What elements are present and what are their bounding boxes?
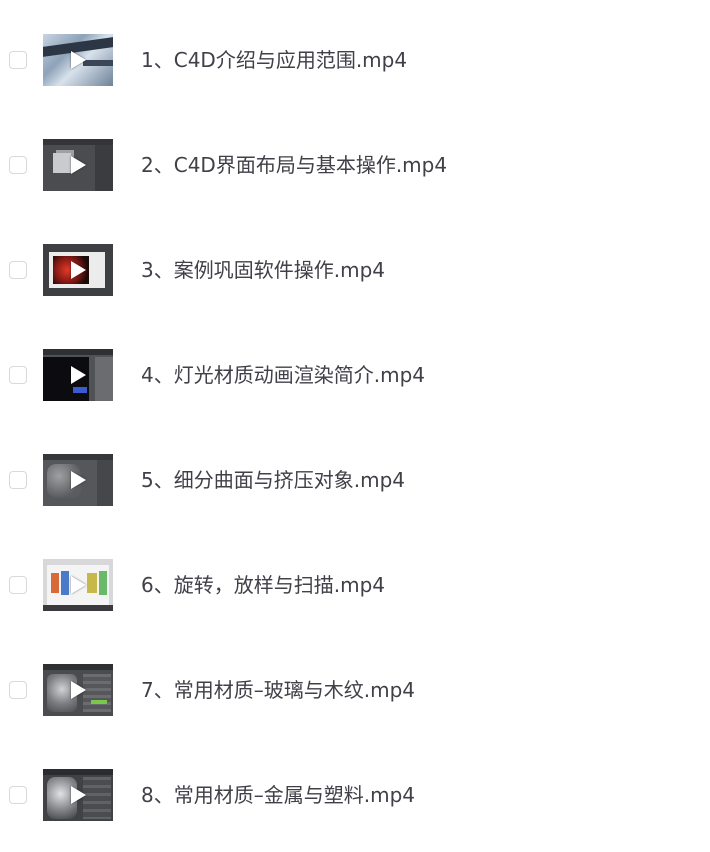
- file-name[interactable]: 1、C4D介绍与应用范围.mp4: [141, 44, 407, 76]
- checkbox[interactable]: [9, 261, 27, 279]
- play-icon: [71, 681, 86, 699]
- list-item[interactable]: 5、细分曲面与挤压对象.mp4: [0, 450, 710, 510]
- video-thumbnail[interactable]: [43, 349, 113, 401]
- list-item[interactable]: 8、常用材质–金属与塑料.mp4: [0, 765, 710, 825]
- video-file-list: 1、C4D介绍与应用范围.mp4 2、C4D界面布局与基本操作.mp4 3、案例…: [0, 0, 710, 852]
- video-thumbnail[interactable]: [43, 559, 113, 611]
- list-item[interactable]: 3、案例巩固软件操作.mp4: [0, 240, 710, 300]
- checkbox[interactable]: [9, 366, 27, 384]
- checkbox[interactable]: [9, 471, 27, 489]
- checkbox[interactable]: [9, 681, 27, 699]
- video-thumbnail[interactable]: [43, 769, 113, 821]
- file-name[interactable]: 8、常用材质–金属与塑料.mp4: [141, 779, 415, 811]
- checkbox[interactable]: [9, 786, 27, 804]
- file-name[interactable]: 4、灯光材质动画渲染简介.mp4: [141, 359, 425, 391]
- list-item[interactable]: 6、旋转，放样与扫描.mp4: [0, 555, 710, 615]
- checkbox[interactable]: [9, 51, 27, 69]
- file-name[interactable]: 6、旋转，放样与扫描.mp4: [141, 569, 385, 601]
- video-thumbnail[interactable]: [43, 454, 113, 506]
- video-thumbnail[interactable]: [43, 34, 113, 86]
- video-thumbnail[interactable]: [43, 139, 113, 191]
- play-icon: [71, 576, 86, 594]
- list-item[interactable]: 4、灯光材质动画渲染简介.mp4: [0, 345, 710, 405]
- play-icon: [71, 786, 86, 804]
- list-item[interactable]: 7、常用材质–玻璃与木纹.mp4: [0, 660, 710, 720]
- play-icon: [71, 366, 86, 384]
- checkbox[interactable]: [9, 156, 27, 174]
- play-icon: [71, 261, 86, 279]
- list-item[interactable]: 2、C4D界面布局与基本操作.mp4: [0, 135, 710, 195]
- checkbox[interactable]: [9, 576, 27, 594]
- play-icon: [71, 156, 86, 174]
- play-icon: [71, 471, 86, 489]
- play-icon: [71, 51, 86, 69]
- video-thumbnail[interactable]: [43, 664, 113, 716]
- file-name[interactable]: 3、案例巩固软件操作.mp4: [141, 254, 385, 286]
- file-name[interactable]: 7、常用材质–玻璃与木纹.mp4: [141, 674, 415, 706]
- video-thumbnail[interactable]: [43, 244, 113, 296]
- list-item[interactable]: 1、C4D介绍与应用范围.mp4: [0, 30, 710, 90]
- file-name[interactable]: 5、细分曲面与挤压对象.mp4: [141, 464, 405, 496]
- file-name[interactable]: 2、C4D界面布局与基本操作.mp4: [141, 149, 447, 181]
